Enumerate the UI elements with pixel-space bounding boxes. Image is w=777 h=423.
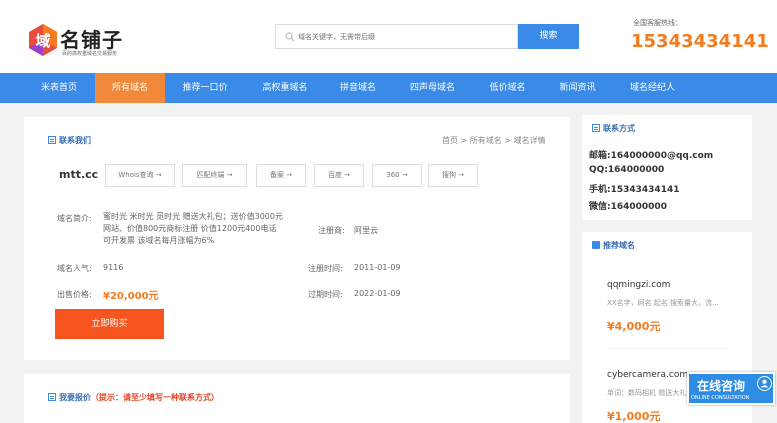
contact-wechat: 微信:164000000 — [589, 202, 667, 212]
match-terminal-button[interactable]: 匹配终端 → — [182, 164, 247, 187]
breadcrumb[interactable]: 首页 > 所有域名 > 域名详情 — [442, 135, 546, 146]
search-icon — [285, 32, 295, 42]
360-label: 360 — [386, 171, 400, 179]
reg-time-label: 注册时间: — [308, 264, 343, 273]
rec-desc: 单词：数码相机 赠送大礼包 — [607, 389, 694, 397]
search-bar: 搜索 — [275, 24, 579, 49]
thumbs-up-icon — [592, 241, 600, 249]
logo-subtitle: 百的高权重域名交易服务 — [62, 51, 118, 57]
offer-title-text: 我要报价 — [59, 393, 91, 402]
popularity-label: 域名人气: — [57, 264, 92, 273]
price-value: ¥20,000元 — [103, 291, 159, 302]
icp-button[interactable]: 备案 → — [256, 164, 306, 187]
contact-email: 邮箱:164000000@qq.com — [589, 151, 714, 161]
baidu-button[interactable]: 百度 → — [314, 164, 364, 187]
panel-title-text: 联系我们 — [59, 136, 91, 145]
nav-item-recommended[interactable]: 推荐一口价 — [170, 73, 240, 103]
domain-detail-panel: 联系我们 首页 > 所有域名 > 域名详情 mtt.cc Whois查询 → 匹… — [24, 117, 570, 360]
logo-hexagon-icon: 域 — [29, 24, 57, 56]
nav-item-all-domains[interactable]: 所有域名 — [95, 73, 165, 103]
offer-panel: 我要报价（提示：请至少填写一种联系方式） — [24, 374, 570, 423]
whois-label: Whois查询 — [118, 171, 154, 179]
sogou-button[interactable]: 搜狗 → — [428, 164, 478, 187]
search-button[interactable]: 搜索 — [518, 24, 579, 49]
logo-text: 名铺子 — [60, 28, 123, 52]
consult-main-text: 在线咨询 — [697, 379, 746, 393]
icp-label: 备案 — [269, 171, 284, 179]
contact-title-text: 联系方式 — [603, 124, 635, 133]
intro-text: 蜜时光 米时光 觅时光 赠送大礼包；送价值3000元网站、价值800元商标注册 … — [103, 212, 283, 245]
rec-price: ¥1,000元 — [607, 410, 661, 423]
hotline-number: 15343434141 — [631, 31, 769, 52]
hotline-label: 全国客服热线： — [633, 19, 682, 27]
registrar-label: 注册商: — [318, 226, 345, 235]
nav-item-high-weight[interactable]: 高权重域名 — [250, 73, 320, 103]
expire-value: 2022-01-09 — [354, 289, 401, 298]
domain-name: mtt.cc — [59, 168, 99, 181]
main-nav: 米表首页 所有域名 推荐一口价 高权重域名 拼音域名 四声母域名 低价域名 新闻… — [0, 73, 777, 103]
offer-hint: （提示：请至少填写一种联系方式） — [91, 393, 219, 402]
nav-item-broker[interactable]: 域名经纪人 — [615, 73, 690, 103]
registrar-value: 阿里云 — [354, 226, 378, 235]
popularity-value: 9116 — [103, 263, 124, 272]
sogou-label: 搜狗 — [441, 171, 456, 179]
rec-divider — [607, 348, 727, 349]
price-label: 出售价格: — [57, 290, 92, 299]
buy-now-button[interactable]: 立即购买 — [55, 309, 164, 339]
recommend-title: 推荐域名 — [592, 240, 635, 251]
rec-domain-link[interactable]: cybercamera.com — [607, 370, 688, 380]
intro-label: 域名简介: — [57, 214, 92, 223]
contact-title: 联系方式 — [592, 123, 635, 134]
nav-item-home[interactable]: 米表首页 — [28, 73, 90, 103]
nav-item-low-price[interactable]: 低价域名 — [475, 73, 540, 103]
site-header: 域 名铺子 百的高权重域名交易服务 搜索 全国客服热线： 15343434141 — [0, 0, 777, 73]
contact-qq: QQ:164000000 — [589, 165, 665, 175]
search-box — [275, 24, 518, 49]
nav-item-four-initials[interactable]: 四声母域名 — [395, 73, 470, 103]
offer-title: 我要报价（提示：请至少填写一种联系方式） — [48, 392, 219, 403]
reg-time-value: 2011-01-09 — [354, 263, 401, 272]
expire-label: 过期时间: — [308, 290, 343, 299]
rec-price: ¥4,000元 — [607, 320, 661, 333]
rec-domain-link[interactable]: qqmingzi.com — [607, 280, 670, 290]
chat-person-icon — [757, 376, 772, 391]
site-logo[interactable]: 域 名铺子 百的高权重域名交易服务 — [26, 23, 156, 59]
whois-button[interactable]: Whois查询 → — [105, 164, 175, 187]
contact-phone: 手机:15343434141 — [589, 185, 680, 195]
list-icon — [48, 393, 56, 401]
search-input[interactable] — [298, 27, 516, 46]
match-terminal-label: 匹配终端 — [196, 171, 225, 179]
online-consult-button[interactable]: 在线咨询 ONLINE CONSULTATION — [687, 372, 775, 405]
consult-sub-text: ONLINE CONSULTATION — [691, 395, 750, 401]
list-icon — [48, 136, 56, 144]
panel-title: 联系我们 — [48, 135, 91, 146]
logo-mark-char: 域 — [35, 32, 50, 50]
nav-item-news[interactable]: 新闻资讯 — [545, 73, 610, 103]
contact-panel: 联系方式 邮箱:164000000@qq.com QQ:164000000 手机… — [582, 115, 752, 220]
list-icon — [592, 124, 600, 132]
rec-desc: XX名字，网名 起名 搜索量大，流... — [607, 299, 719, 307]
recommend-title-text: 推荐域名 — [603, 241, 635, 250]
baidu-label: 百度 — [327, 171, 342, 179]
nav-item-pinyin[interactable]: 拼音域名 — [323, 73, 393, 103]
360-button[interactable]: 360 → — [372, 164, 422, 187]
